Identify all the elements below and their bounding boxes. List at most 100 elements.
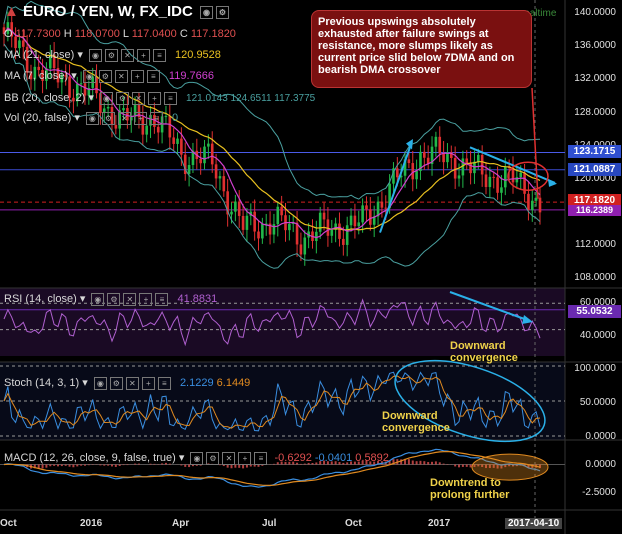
candle-body-71 [276,206,280,225]
settings-icon[interactable]: ⚙ [206,451,220,465]
dropdown-icon[interactable]: ▾ [82,377,88,389]
add-icon[interactable]: + [136,48,150,62]
stoch-annotation: Downward convergence [382,410,450,434]
dropdown-icon[interactable]: ▾ [74,112,80,124]
settings-icon[interactable]: ⚙ [101,111,115,125]
vol-row[interactable]: Vol (20, false) ▾ ◉ ⚙ ✕ + ≡ 0 [4,111,178,125]
settings-icon[interactable]: ⚙ [215,5,229,19]
candle-body-127 [492,176,496,178]
more-icon[interactable]: ≡ [157,376,171,390]
macd-value-3: 0.5892 [355,452,389,464]
ma21-row[interactable]: MA (21, close) ▾ ◉ ⚙ ✕ + ≡ 120.9528 [4,48,221,62]
callout-box: Previous upswings absolutely exhausted a… [311,10,532,88]
settings-icon[interactable]: ⚙ [115,91,129,105]
close-icon[interactable]: ✕ [131,91,145,105]
more-icon[interactable]: ≡ [146,69,160,83]
low-label: L [122,28,129,40]
candle-body-82 [318,212,322,232]
eye-icon[interactable]: ◉ [88,48,102,62]
candle-body-81 [315,231,318,241]
candle-body-134 [519,172,523,178]
more-icon[interactable]: ≡ [254,451,268,465]
collapse-icon[interactable]: ▲ [4,3,19,20]
more-icon[interactable]: ≡ [163,91,177,105]
candle-body-114 [442,153,445,163]
eye-icon[interactable]: ◉ [91,292,105,306]
more-icon[interactable]: ≡ [155,292,169,306]
add-icon[interactable]: + [130,69,144,83]
bb-row[interactable]: BB (20, close, 2) ▾ ◉ ⚙ ✕ + ≡ 121.0143 124.6… [4,91,315,105]
stoch-d-value: 6.1449 [216,377,251,389]
more-icon[interactable]: ≡ [149,111,163,125]
ma7-row[interactable]: MA (7, close) ▾ ◉ ⚙ ✕ + ≡ 119.7666 [4,69,214,83]
candle-body-44 [172,137,175,144]
vol-value: 0 [171,112,179,124]
add-icon[interactable]: + [133,111,147,125]
close-icon[interactable]: ✕ [125,376,139,390]
candle-body-60 [234,201,237,212]
open-label: O [4,28,13,40]
candle-body-138 [534,197,538,201]
stoch-axis-0: 0.0000 [585,431,616,442]
eye-icon[interactable]: ◉ [199,5,213,19]
candle-body-125 [484,174,488,188]
eye-icon[interactable]: ◉ [82,69,96,83]
close-label: C [179,28,188,40]
stoch-label: Stoch (14, 3, 1) [4,377,80,389]
more-icon[interactable]: ≡ [152,48,166,62]
close-icon[interactable]: ✕ [117,111,131,125]
close-icon[interactable]: ✕ [222,451,236,465]
rsi-value: 41.8831 [177,293,218,305]
candle-body-137 [530,200,534,211]
ma21-value: 120.9528 [175,49,221,61]
dropdown-icon[interactable]: ▾ [88,92,94,104]
candle-body-37 [145,125,148,135]
eye-icon[interactable]: ◉ [190,451,204,465]
candle-body-4 [18,40,21,49]
dropdown-icon[interactable]: ▾ [77,49,83,61]
macd-row[interactable]: MACD (12, 26, close, 9, false, true) ▾ ◉… [4,451,389,465]
close-icon[interactable]: ✕ [120,48,134,62]
price-axis-tick-0: 140.0000 [574,7,616,19]
add-icon[interactable]: + [141,376,155,390]
candle-body-118 [457,175,461,179]
candle-body-53 [207,143,210,147]
add-icon[interactable]: + [147,91,161,105]
x-tick-2017: 2017 [428,518,451,529]
settings-icon[interactable]: ⚙ [98,69,112,83]
chart-root: ▲ EURO / YEN, W, FX_IDC ◉ ⚙ O 117.7300 H … [0,0,622,534]
eye-icon[interactable]: ◉ [93,376,107,390]
add-icon[interactable]: + [238,451,252,465]
callout-text: Previous upswings absolutely exhausted a… [318,16,515,76]
symbol-title[interactable]: ▲ EURO / YEN, W, FX_IDC ◉ ⚙ [4,3,229,20]
close-icon[interactable]: ✕ [114,69,128,83]
candle-body-62 [241,215,245,230]
dropdown-icon[interactable]: ▾ [71,70,77,82]
dropdown-icon[interactable]: ▾ [179,452,185,464]
eye-icon[interactable]: ◉ [85,111,99,125]
candle-body-76 [295,222,299,245]
candle-body-55 [214,164,218,179]
candle-body-90 [349,215,353,226]
macd-annotation: Downtrend to prolong further [430,477,510,501]
dropdown-icon[interactable]: ▾ [80,293,86,305]
candle-body-99 [384,207,388,209]
settings-icon[interactable]: ⚙ [107,292,121,306]
close-icon[interactable]: ✕ [123,292,137,306]
high-label: H [63,28,72,40]
price-axis-tick-7: 112.0000 [575,238,616,250]
macd-value-2: -0.0401 [314,452,353,464]
candle-body-63 [245,215,249,230]
candle-body-132 [511,168,515,183]
eye-icon[interactable]: ◉ [99,91,113,105]
settings-icon[interactable]: ⚙ [109,376,123,390]
candle-body-67 [261,223,264,239]
stoch-row[interactable]: Stoch (14, 3, 1) ▾ ◉ ⚙ ✕ + ≡ 2.1229 6.1449 [4,376,250,390]
candle-body-87 [338,223,341,239]
x-tick-oct-2015: Oct [0,518,17,529]
rsi-row[interactable]: RSI (14, close) ▾ ◉ ⚙ ✕ + ≡ 41.8831 [4,292,217,306]
candle-body-109 [423,151,426,158]
add-icon[interactable]: + [139,292,153,306]
settings-icon[interactable]: ⚙ [104,48,118,62]
rsi-annotation: Downward convergence [450,340,518,364]
